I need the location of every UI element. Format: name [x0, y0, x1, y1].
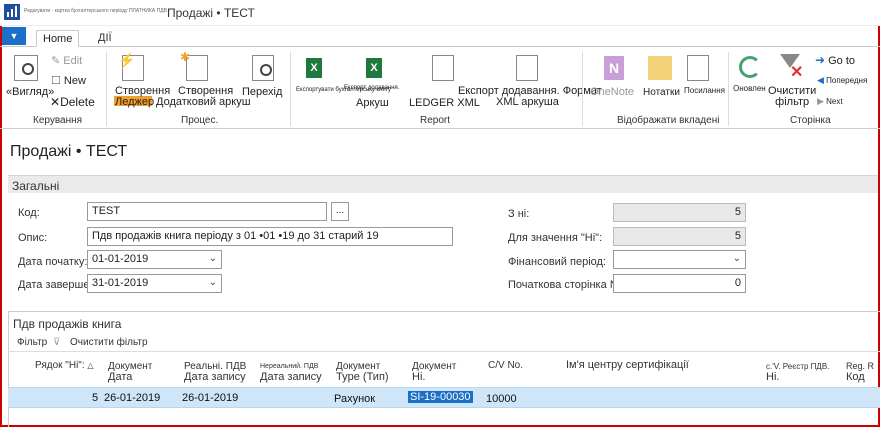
col-doc-date[interactable]: Документ Дата — [108, 361, 152, 383]
start-page-label: Початкова сторінка №: — [508, 279, 625, 291]
chevron-down-icon[interactable]: ⌄ — [209, 277, 217, 288]
ribbon-separator — [582, 52, 583, 126]
cell-real-vat-date[interactable]: 26-01-2019 — [182, 392, 238, 404]
col-vat-reg[interactable]: с.'V. Реєстр ПДВ. Ні. — [766, 361, 829, 383]
group-process-label: Процес. — [181, 115, 219, 126]
triangle-right-icon: ▶ — [817, 96, 824, 106]
col-reg-code[interactable]: Reg. R Код — [846, 361, 874, 383]
lightning-icon: ⚡ — [118, 52, 136, 68]
col-doc-no[interactable]: Документ Ні. — [412, 361, 456, 383]
to-no-label: Для значення "Ні": — [508, 232, 603, 244]
create-extra-sheet-button[interactable]: Створення Додатковий аркуш — [156, 86, 251, 108]
cell-line-no[interactable]: 5 — [92, 392, 98, 404]
start-page-field[interactable]: 0 — [613, 274, 746, 293]
edit-button[interactable]: ✎ Edit — [51, 54, 82, 67]
links-button[interactable]: Посилання — [684, 86, 725, 95]
to-no-field: 5 — [613, 227, 746, 246]
group-report-label: Report — [420, 115, 451, 126]
group-attachments-label: Відображати вкладені — [617, 115, 720, 126]
group-manage-label: Керування — [33, 115, 83, 126]
excel-icon: X — [306, 58, 322, 78]
col-cert-name[interactable]: Ім'я центру сертифікації — [566, 360, 689, 371]
code-label: Код: — [18, 207, 40, 219]
ledger-xml-icon — [432, 55, 454, 81]
next-button[interactable]: ▶ Next — [817, 96, 843, 107]
app-menu-button[interactable]: ▼ — [2, 27, 26, 45]
ribbon-separator — [728, 52, 729, 126]
cell-cv-no[interactable]: 10000 — [486, 393, 517, 405]
sparkle-icon: ✱ — [180, 50, 191, 64]
cell-doc-type[interactable]: Рахунок — [334, 393, 375, 405]
general-fasttab-label: Загальні — [12, 179, 60, 193]
col-doc-type[interactable]: Документ Type (Тип) — [336, 361, 389, 383]
refresh-button[interactable]: Оновлен — [733, 84, 766, 93]
code-lookup-button[interactable]: ... — [331, 202, 349, 221]
tab-home[interactable]: Home — [36, 30, 80, 47]
new-button[interactable]: ☐ New — [51, 74, 86, 87]
navigate-magnifier-icon — [260, 64, 272, 76]
end-date-field[interactable]: 31-01-2019 ⌄ — [87, 274, 222, 293]
links-icon — [687, 55, 709, 81]
sort-up-icon: △ — [87, 361, 94, 370]
from-no-field: 5 — [613, 203, 746, 222]
general-fasttab-header[interactable]: Загальні — [8, 175, 878, 193]
tab-actions[interactable]: ДІЇ — [92, 30, 118, 47]
chevron-down-icon[interactable]: ⌄ — [209, 253, 217, 264]
magnifier-icon — [22, 63, 34, 75]
app-subtitle: Редагувати · картка бухгалтерського пері… — [24, 8, 171, 14]
export-add-label: Експорт додавання. — [344, 85, 400, 91]
refresh-icon — [739, 56, 761, 78]
group-page-label: Сторінка — [790, 115, 831, 126]
start-date-label: Дата початку: — [18, 256, 88, 268]
delete-icon: ✕ — [50, 95, 61, 109]
clear-filter-button[interactable]: Очистити фільтр — [768, 86, 816, 108]
description-field[interactable]: Пдв продажів книга періоду з 01 •01 •19 … — [87, 227, 453, 246]
notes-icon — [648, 56, 672, 80]
pencil-icon: ✎ — [51, 55, 64, 67]
ribbon-tab-row — [0, 26, 880, 47]
description-label: Опис: — [18, 232, 48, 244]
view-button[interactable]: «Вигляд» — [6, 86, 54, 98]
start-date-field[interactable]: 01-01-2019 ⌄ — [87, 250, 222, 269]
goto-button[interactable]: ➜ Go to — [815, 53, 855, 67]
cell-doc-no[interactable]: SI-19-00030 — [408, 391, 473, 403]
filter-button[interactable]: Фільтр — [17, 337, 47, 348]
app-logo-icon — [4, 4, 20, 20]
export-add-format-button[interactable]: Експорт додавання. Формат XML аркуша — [458, 86, 602, 108]
col-unreal-vat-date[interactable]: Нереальний. ПДВ Дата запису — [260, 360, 322, 383]
sheet-button[interactable]: Аркуш — [356, 97, 389, 109]
cell-doc-date[interactable]: 26-01-2019 — [104, 392, 160, 404]
title-bar: Редагувати · картка бухгалтерського пері… — [0, 0, 880, 26]
col-cv-no[interactable]: C/V No. — [488, 360, 523, 371]
onenote-button[interactable]: OneNote — [590, 86, 634, 98]
arrow-right-icon: ➜ — [815, 53, 826, 67]
ribbon-separator — [106, 52, 107, 126]
lines-title: Пдв продажів книга — [13, 317, 122, 331]
chevron-down-icon[interactable]: ⌄ — [733, 253, 741, 264]
notes-button[interactable]: Нотатки — [643, 87, 680, 98]
lines-clear-filter-button[interactable]: Очистити фільтр — [70, 337, 148, 348]
page-title: Продажі • ТЕСТ — [10, 143, 128, 160]
col-real-vat-date[interactable]: Реальні. ПДВ Дата запису — [184, 361, 246, 383]
onenote-icon: N — [604, 56, 624, 80]
excel-icon: X — [366, 58, 382, 78]
col-line-no[interactable]: Рядок "Ні": △ — [35, 360, 94, 371]
clear-filter-icon: ✕ — [790, 64, 804, 81]
ribbon-separator — [290, 52, 291, 126]
triangle-left-icon: ◀ — [817, 75, 824, 85]
code-field[interactable]: TEST — [87, 202, 327, 221]
window-title: Продажі • ТЕСТ — [167, 6, 255, 20]
xml-sheet-icon — [516, 55, 538, 81]
delete-button[interactable]: ✕Delete — [50, 95, 95, 109]
from-no-label: З ні: — [508, 208, 530, 220]
navigate-button[interactable]: Перехід — [242, 86, 282, 98]
fin-period-label: Фінансовий період: — [508, 256, 606, 268]
previous-button[interactable]: ◀ Попередня — [817, 75, 867, 86]
new-doc-icon: ☐ — [51, 75, 64, 87]
fin-period-field[interactable]: ⌄ — [613, 250, 746, 269]
clear-filter-small-icon: ⊽ — [53, 337, 61, 348]
